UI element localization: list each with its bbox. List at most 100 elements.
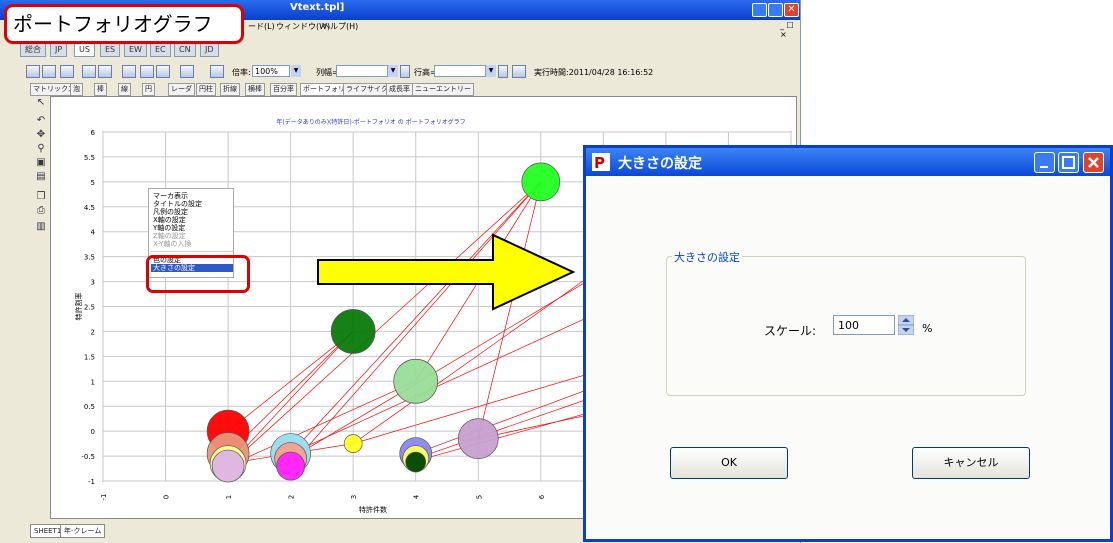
svg-text:P: P <box>594 154 605 171</box>
tab-percentage[interactable]: 百分率 <box>270 83 297 96</box>
chart-view-icon[interactable] <box>82 65 96 78</box>
menu-item-show-markers[interactable]: マーカ表示 <box>151 192 233 200</box>
tab-us[interactable]: US <box>74 42 95 57</box>
print-icon[interactable]: ⎙ <box>35 205 47 217</box>
zoom-select[interactable]: 100% <box>252 65 290 77</box>
tab-pie[interactable]: 円 <box>142 83 155 96</box>
percent-unit: % <box>922 322 933 335</box>
execution-time: 実行時間:2011/04/28 16:16:52 <box>534 68 654 77</box>
chart-title: 年(データありのみ)(特許日)-ポートフォリオ の ポートフォリオグラフ <box>276 118 465 126</box>
x-tick-label: 2 <box>288 495 296 499</box>
cancel-button[interactable]: キャンセル <box>912 447 1030 479</box>
close-icon[interactable] <box>1083 152 1104 173</box>
tab-bubble[interactable]: 泡 <box>70 83 83 96</box>
y-tick-label: 3.5 <box>84 254 95 262</box>
close-icon[interactable]: ✕ <box>784 3 799 17</box>
x-tick-label: 3 <box>350 495 358 499</box>
chevron-down-icon[interactable]: ▼ <box>291 65 301 77</box>
tab-cn[interactable]: CN <box>174 42 196 57</box>
column-width-select[interactable] <box>336 65 388 77</box>
chart-type-tabs: マトリックス 泡 棒 線 円 レーダ 円柱 折線 横棒 百分率 ポートフォリオ … <box>0 82 800 96</box>
y-tick-label: 5 <box>91 179 95 187</box>
tab-ew[interactable]: EW <box>124 42 147 57</box>
menu-item-y-axis-settings[interactable]: Y軸の設定 <box>151 224 233 232</box>
zoom-label: 倍率: <box>232 68 251 77</box>
table-view-icon[interactable] <box>42 65 56 78</box>
clipboard-icon[interactable]: ▥ <box>35 221 47 233</box>
scale-spinner[interactable] <box>897 314 915 336</box>
undo-icon[interactable]: ↶ <box>35 115 47 127</box>
tab-growth-rate[interactable]: 成長率 <box>386 83 413 96</box>
menu-item-z-axis-settings: Z軸の設定 <box>153 232 186 240</box>
menu-item-x-axis-settings[interactable]: X軸の設定 <box>151 216 233 224</box>
ok-button[interactable]: OK <box>670 447 788 479</box>
calendar-icon[interactable] <box>512 65 526 78</box>
y-tick-label: 2 <box>91 328 95 336</box>
dialog-title-bar: P 大きさの設定 <box>586 148 1110 176</box>
tab-jp[interactable]: JP <box>50 42 68 57</box>
minimize-icon[interactable] <box>1034 152 1055 173</box>
copy-icon[interactable]: ❐ <box>35 191 47 203</box>
group-label: 大きさの設定 <box>672 249 742 265</box>
maximize-icon[interactable] <box>1058 152 1079 173</box>
export-icon[interactable] <box>98 65 112 78</box>
scale-label: スケール: <box>764 324 817 338</box>
sheet-tabs: SHEET1 年-クレーム <box>30 524 230 538</box>
menu-item-legend-settings[interactable]: 凡例の設定 <box>151 208 233 216</box>
spinner-icon[interactable] <box>400 65 410 78</box>
x-tick-label: 6 <box>538 494 546 499</box>
tab-ec[interactable]: EC <box>150 42 171 57</box>
tab-new-entry[interactable]: ニューエントリー <box>412 83 474 96</box>
layout-icon[interactable] <box>180 65 194 78</box>
tab-year-claim[interactable]: 年-クレーム <box>60 524 106 538</box>
y-tick-label: 3 <box>91 279 95 287</box>
graph-icon[interactable] <box>140 65 154 78</box>
tab-es[interactable]: ES <box>100 42 121 57</box>
pointer-icon[interactable]: ↖ <box>35 97 47 109</box>
tab-horizontal-bar[interactable]: 横棒 <box>245 83 265 96</box>
menu-item-mode[interactable]: ード(L) <box>248 21 275 32</box>
y-axis-label: 特許割率 <box>74 293 83 321</box>
chevron-down-icon[interactable]: ▼ <box>388 65 398 77</box>
dialog-body: 大きさの設定 スケール: % OK キャンセル <box>586 176 1110 539</box>
menu-item-help[interactable]: ヘルプ(H) <box>322 21 358 32</box>
tab-line[interactable]: 線 <box>118 83 131 96</box>
zoom-icon[interactable]: ⚲ <box>35 143 47 155</box>
fit-icon[interactable]: ▣ <box>35 157 47 169</box>
y-tick-label: 1 <box>91 378 95 386</box>
dialog-title: 大きさの設定 <box>618 156 702 172</box>
tab-polyline[interactable]: 折線 <box>220 83 240 96</box>
mdi-controls-icon[interactable]: _ ☐ × <box>780 21 800 39</box>
x-tick-label: 4 <box>413 494 421 499</box>
tab-overall[interactable]: 総合 <box>20 42 46 57</box>
tab-jd[interactable]: JD <box>200 42 219 57</box>
x-tick-label: 5 <box>475 495 483 499</box>
tab-radar[interactable]: レーダ <box>168 83 195 96</box>
tab-bar[interactable]: 棒 <box>94 83 107 96</box>
y-tick-label: 0 <box>91 428 95 436</box>
chevron-down-icon[interactable]: ▼ <box>486 65 496 77</box>
tab-cylinder[interactable]: 円柱 <box>196 83 216 96</box>
grid-icon[interactable] <box>210 65 224 78</box>
y-tick-label: 0.5 <box>84 403 95 411</box>
sheet-view-icon[interactable] <box>60 65 74 78</box>
x-tick-label: 1 <box>225 495 233 499</box>
bubble-point <box>330 309 376 354</box>
maximize-icon[interactable] <box>768 3 783 17</box>
size-settings-dialog: P 大きさの設定 大きさの設定 スケール: % OK キャンセル <box>583 145 1113 542</box>
menu-separator <box>151 251 233 252</box>
y-tick-label: -0.5 <box>81 453 95 461</box>
minimize-icon[interactable] <box>752 3 767 17</box>
spinner-icon[interactable] <box>498 65 508 78</box>
row-height-select[interactable] <box>434 65 486 77</box>
move-icon[interactable]: ✥ <box>35 129 47 141</box>
x-axis-label: 特許件数 <box>359 505 387 514</box>
matrix-view-icon[interactable] <box>26 65 40 78</box>
image-icon[interactable] <box>156 65 170 78</box>
rotate-icon[interactable]: ▤ <box>35 171 47 183</box>
menu-item-title-settings[interactable]: タイトルの設定 <box>151 200 233 208</box>
y-tick-label: -1 <box>88 478 95 486</box>
window-icon[interactable] <box>122 65 136 78</box>
scale-input[interactable] <box>833 315 895 335</box>
left-tool-palette: ↖ ↶ ✥ ⚲ ▣ ▤ ❐ ⎙ ▥ <box>32 95 50 255</box>
